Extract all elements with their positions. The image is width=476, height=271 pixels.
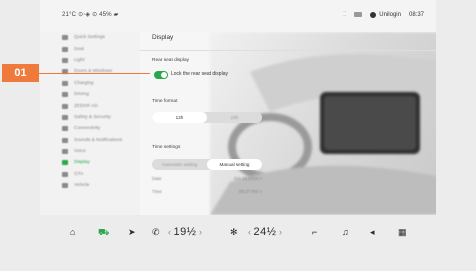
left-temp-up-chevron[interactable]: › (199, 227, 202, 237)
rear-seat-lock-label: Lock the rear seat display (171, 71, 228, 77)
right-temp-up-chevron[interactable]: › (279, 227, 282, 237)
clock: 08:37 (408, 11, 424, 18)
left-temp-value: 19½ (173, 226, 197, 238)
sidebar-item-label: Safety & Security (74, 114, 111, 120)
status-indicators: 21°C ⊙⋅◈ ⊙ 45% ▰ (62, 12, 119, 18)
page-title: Display (152, 34, 174, 41)
sidebar-item-label: ZEEKR AD (74, 103, 98, 109)
sidebar-item-label: Vehicle (74, 183, 90, 189)
time-setting-option-manual[interactable]: Manual setting (207, 159, 262, 170)
sidebar-item-ota[interactable]: OTA (40, 169, 140, 180)
driving-icon (62, 92, 68, 98)
bottom-dock: ⌂ ⛟ ➤ ✆ ‹ 19½ › ✻ ‹ 24½ › ⌐ ♫ ◂ ▦ (40, 215, 436, 252)
sidebar-item-doors-windows[interactable]: Doors & Windows (40, 66, 140, 77)
sidebar-item-quick-settings[interactable]: Quick Settings (40, 32, 140, 43)
car-interior-image (210, 32, 436, 215)
status-right: ⵆ Unilogin 08:37 (343, 11, 424, 18)
user-name: Unilogin (379, 11, 401, 18)
phone-icon[interactable]: ✆ (152, 227, 160, 238)
left-temp-control[interactable]: ‹ 19½ › (168, 226, 202, 238)
status-bar: 21°C ⊙⋅◈ ⊙ 45% ▰ ⵆ Unilogin 08:37 (40, 0, 436, 32)
rear-seat-section-label: Rear seat display (152, 58, 190, 63)
time-format-section-label: Time format (152, 99, 178, 104)
callout-leader-line (39, 73, 150, 74)
sidebar-item-connectivity[interactable]: Connectivity (40, 123, 140, 134)
sound-icon (62, 137, 68, 143)
home-icon[interactable]: ⌂ (70, 227, 75, 237)
sidebar-item-zeekr-ad[interactable]: ZEEKR AD (40, 100, 140, 111)
time-row[interactable]: Time 08:37 PM > (152, 189, 262, 194)
volume-icon[interactable]: ◂ (370, 227, 375, 238)
seat-heat-icon[interactable]: ⌐ (312, 227, 317, 237)
rear-seat-lock-toggle[interactable] (154, 71, 168, 79)
sidebar-item-label: OTA (74, 171, 84, 177)
sidebar-item-label: Seat (74, 46, 84, 52)
sidebar-item-label: Sounds & Notifications (74, 137, 123, 143)
vehicle-icon (62, 183, 68, 189)
left-temp-down-chevron[interactable]: ‹ (168, 227, 171, 237)
sidebar-item-label: Connectivity (74, 126, 101, 132)
user-account[interactable]: Unilogin (370, 11, 401, 18)
charging-icon (62, 80, 68, 86)
display-icon (62, 160, 68, 166)
sidebar-item-vehicle[interactable]: Vehicle (40, 180, 140, 191)
car-icon[interactable]: ⛟ (98, 227, 109, 239)
sidebar-item-label: Light (74, 57, 85, 63)
connectivity-icon (62, 126, 68, 132)
date-value: Oct 16,2023 > (233, 176, 262, 181)
car-screen: 21°C ⊙⋅◈ ⊙ 45% ▰ ⵆ Unilogin 08:37 Quick … (40, 0, 436, 252)
settings-sidebar: Quick Settings Seat Light Doors & Window… (40, 32, 140, 215)
sidebar-item-charging[interactable]: Charging (40, 78, 140, 89)
quick-settings-icon (62, 35, 68, 41)
time-format-selector: 12h 24h (152, 112, 262, 123)
shield-icon (62, 114, 68, 120)
time-format-option-24h[interactable]: 24h (207, 112, 262, 123)
display-settings-panel: Display Rear seat display Lock the rear … (140, 32, 436, 215)
time-value: 08:37 PM > (238, 189, 262, 194)
fan-icon[interactable]: ✻ (230, 227, 238, 238)
seat-icon (62, 46, 68, 52)
music-icon[interactable]: ♫ (342, 227, 349, 237)
right-temp-down-chevron[interactable]: ‹ (248, 227, 251, 237)
sidebar-item-sounds[interactable]: Sounds & Notifications (40, 135, 140, 146)
ota-icon (62, 171, 68, 177)
toggle-knob (161, 72, 167, 78)
car-interior-illustration (210, 54, 436, 215)
sidebar-item-label: Display (74, 160, 90, 166)
date-label: Date (152, 176, 162, 181)
voice-icon (62, 149, 68, 155)
sidebar-item-voice[interactable]: Voice (40, 146, 140, 157)
time-setting-option-automatic[interactable]: Automatic setting (152, 159, 207, 170)
right-temp-control[interactable]: ‹ 24½ › (248, 226, 282, 238)
apps-grid-icon[interactable]: ▦ (398, 227, 407, 238)
sidebar-item-label: Quick Settings (74, 35, 105, 41)
navigation-icon[interactable]: ➤ (128, 227, 136, 238)
sidebar-item-light[interactable]: Light (40, 55, 140, 66)
right-temp-value: 24½ (253, 226, 277, 238)
sidebar-item-label: Charging (74, 80, 94, 86)
sidebar-item-driving[interactable]: Driving (40, 89, 140, 100)
date-row[interactable]: Date Oct 16,2023 > (152, 176, 262, 181)
sidebar-item-display[interactable]: Display (40, 157, 140, 168)
sidebar-item-label: Voice (74, 149, 86, 155)
time-settings-selector: Automatic setting Manual setting (152, 159, 262, 170)
sidebar-item-safety[interactable]: Safety & Security (40, 112, 140, 123)
wifi-icon: ⵆ (343, 12, 347, 18)
battery-icon (354, 12, 363, 17)
time-label: Time (152, 189, 162, 194)
sidebar-item-label: Driving (74, 92, 89, 98)
assist-icon (62, 103, 68, 109)
time-format-option-12h[interactable]: 12h (152, 112, 207, 123)
light-icon (62, 57, 68, 63)
divider (140, 50, 436, 51)
time-settings-section-label: Time settings (152, 145, 181, 150)
sidebar-item-seat[interactable]: Seat (40, 43, 140, 54)
callout-badge: 01 (2, 64, 39, 82)
avatar-icon (370, 11, 377, 18)
